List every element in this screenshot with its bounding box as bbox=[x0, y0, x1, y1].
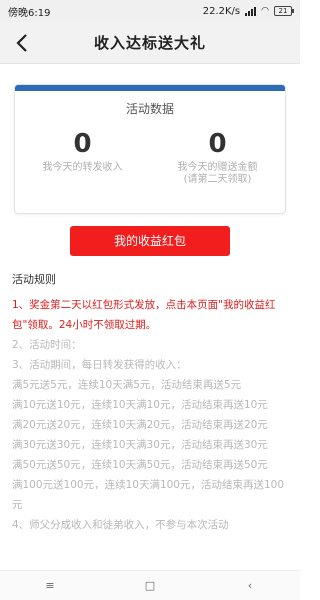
gift-amount-label: 我今天的赠送金额 bbox=[177, 162, 258, 173]
system-nav-bar: ≡ □ ‹ bbox=[0, 570, 300, 600]
network-speed: 22.2K/s bbox=[202, 5, 241, 17]
rule-item: 满20元送20元，连续10天满20元，活动结束再送20元 bbox=[12, 419, 268, 431]
forward-income-stat: 0 我今天的转发收入 bbox=[15, 129, 150, 186]
rule-item: 满30元送30元，连续10天满30元，活动结束再送30元 bbox=[12, 439, 268, 451]
signal-icon bbox=[245, 6, 257, 16]
status-bar: 傍晚6:19 22.2K/s ◠ 21 bbox=[0, 0, 300, 22]
rule-item: 满10元送10元，连续10天满10元，活动结束再送10元 bbox=[12, 399, 268, 411]
status-time: 傍晚6:19 bbox=[8, 7, 51, 19]
card-title: 活动数据 bbox=[125, 102, 174, 116]
page-title: 收入达标送大礼 bbox=[93, 34, 206, 52]
forward-income-value: 0 bbox=[73, 129, 92, 159]
gift-amount-note: (请第二天领取) bbox=[183, 174, 252, 185]
rule-item: 满5元送5元，连续10天满5元，活动结束再送5元 bbox=[12, 379, 242, 391]
button-wrapper: 我的收益红包 bbox=[14, 226, 286, 256]
stats-row: 0 我今天的转发收入 0 我今天的赠送金额 (请第二天领取) bbox=[15, 129, 285, 186]
rule-item: 1、奖金第二天以红包形式发放，点击本页面"我的收益红包"领取。24小时不领取过期… bbox=[12, 299, 276, 331]
back-icon[interactable]: ‹ bbox=[230, 579, 270, 592]
main-content: 活动数据 0 我今天的转发收入 0 我今天的赠送金额 (请第二天领取) 我的收益… bbox=[0, 64, 300, 256]
chevron-left-icon bbox=[16, 34, 27, 52]
rule-item: 满50元送50元，连续10天满50元，活动结束再送50元 bbox=[12, 459, 268, 471]
rule-item: 2、活动时间： bbox=[12, 339, 82, 351]
my-earnings-redpacket-button[interactable]: 我的收益红包 bbox=[70, 226, 230, 256]
rule-item: 3、活动期间，每日转发获得的收入： bbox=[12, 359, 187, 371]
rules-section: 活动规则 1、奖金第二天以红包形式发放，点击本页面"我的收益红包"领取。24小时… bbox=[0, 271, 300, 535]
card-accent-bar bbox=[15, 85, 285, 91]
battery-icon: 21 bbox=[274, 6, 294, 16]
home-icon[interactable]: □ bbox=[130, 579, 170, 592]
rule-item: 满100元送100元，连续10天满100元，活动结束再送100元 bbox=[12, 479, 285, 511]
app-header: 收入达标送大礼 bbox=[0, 22, 300, 64]
forward-income-label: 我今天的转发收入 bbox=[42, 162, 123, 173]
gift-amount-stat: 0 我今天的赠送金额 (请第二天领取) bbox=[150, 129, 285, 186]
back-button[interactable] bbox=[10, 31, 34, 55]
stats-card: 活动数据 0 我今天的转发收入 0 我今天的赠送金额 (请第二天领取) bbox=[14, 84, 286, 214]
rule-item: 4、师父分成收入和徒弟收入，不参与本次活动 bbox=[12, 519, 229, 531]
rules-title: 活动规则 bbox=[12, 273, 56, 286]
menu-icon[interactable]: ≡ bbox=[30, 579, 70, 592]
status-icons: 22.2K/s ◠ 21 bbox=[202, 5, 294, 17]
gift-amount-value: 0 bbox=[208, 129, 227, 159]
wifi-icon: ◠ bbox=[261, 6, 269, 16]
